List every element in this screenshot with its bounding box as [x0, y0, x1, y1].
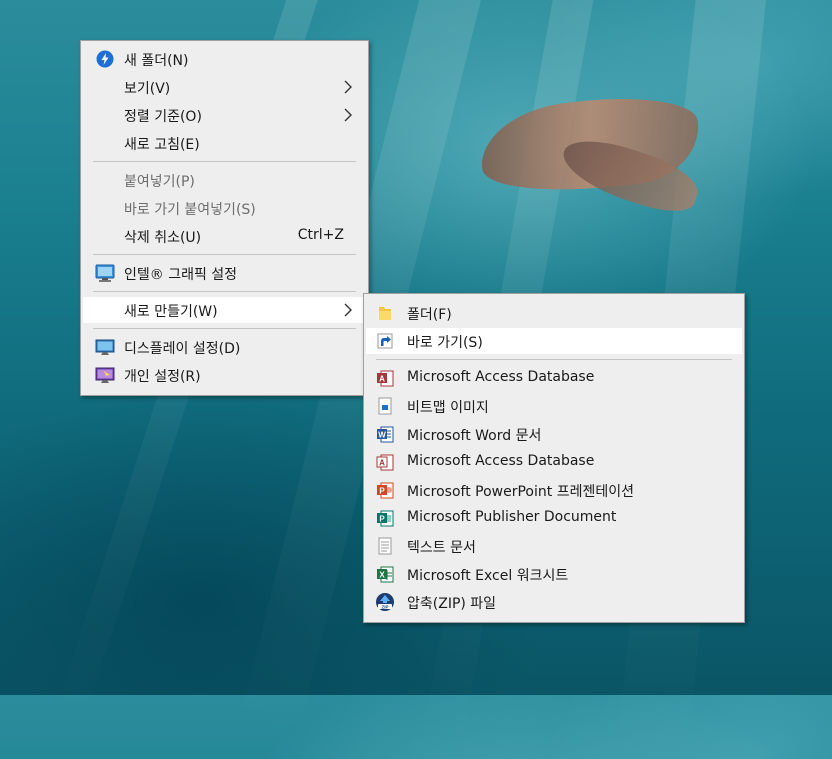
shortcut-icon — [375, 331, 395, 351]
chevron-right-icon — [342, 106, 354, 124]
word-icon: W — [375, 424, 395, 444]
menu-item-refresh[interactable]: 새로 고침(E) — [83, 130, 366, 156]
menu-item-display-settings[interactable]: 디스플레이 설정(D) — [83, 334, 366, 360]
submenu-item-excel-worksheet[interactable]: X Microsoft Excel 워크시트 — [366, 561, 742, 587]
chevron-right-icon — [342, 78, 354, 96]
submenu-item-powerpoint-presentation[interactable]: P Microsoft PowerPoint 프레젠테이션 — [366, 477, 742, 503]
menu-item-label: 정렬 기준(O) — [124, 109, 202, 125]
menu-separator — [93, 291, 356, 292]
menu-item-label: 디스플레이 설정(D) — [124, 341, 241, 357]
menu-item-label: 새로 만들기(W) — [124, 304, 218, 320]
chevron-right-icon — [342, 301, 354, 319]
menu-item-undo-delete[interactable]: 삭제 취소(U) Ctrl+Z — [83, 223, 366, 249]
personalize-icon — [95, 365, 115, 385]
submenu-item-label: 비트맵 이미지 — [407, 400, 489, 416]
menu-item-paste[interactable]: 붙여넣기(P) — [83, 167, 366, 193]
submenu-item-shortcut[interactable]: 바로 가기(S) — [366, 328, 742, 354]
menu-item-new[interactable]: 새로 만들기(W) — [83, 297, 366, 323]
submenu-item-zip-file[interactable]: ZIP 압축(ZIP) 파일 — [366, 589, 742, 615]
svg-text:X: X — [379, 571, 385, 580]
submenu-item-label: 바로 가기(S) — [407, 335, 483, 351]
menu-item-shortcut: Ctrl+Z — [297, 227, 344, 243]
menu-item-label: 새 폴더(N) — [124, 53, 189, 69]
menu-item-label: 새로 고침(E) — [124, 137, 200, 153]
submenu-item-label: 텍스트 문서 — [407, 540, 476, 556]
menu-separator — [93, 328, 356, 329]
submenu-item-folder[interactable]: 폴더(F) — [366, 300, 742, 326]
desktop-context-menu: 새 폴더(N) 보기(V) 정렬 기준(O) 새로 고침(E) 붙여넣기(P) … — [80, 40, 369, 396]
submenu-item-bitmap-image[interactable]: 비트맵 이미지 — [366, 393, 742, 419]
access-icon: A — [375, 452, 395, 472]
menu-separator — [93, 254, 356, 255]
svg-text:P: P — [379, 487, 385, 496]
submenu-item-access-database-2[interactable]: A Microsoft Access Database — [366, 449, 742, 475]
zip-icon: ZIP — [375, 592, 395, 612]
powerpoint-icon: P — [375, 480, 395, 500]
menu-item-new-folder[interactable]: 새 폴더(N) — [83, 46, 366, 72]
menu-item-label: 보기(V) — [124, 81, 171, 97]
folder-icon — [375, 303, 395, 323]
intel-graphics-icon — [95, 263, 115, 283]
svg-text:A: A — [379, 459, 385, 468]
excel-icon: X — [375, 564, 395, 584]
onedrive-sync-icon — [95, 49, 115, 69]
publisher-icon: P — [375, 508, 395, 528]
submenu-item-label: Microsoft Publisher Document — [407, 509, 617, 525]
menu-item-paste-shortcut[interactable]: 바로 가기 붙여넣기(S) — [83, 195, 366, 221]
svg-text:ZIP: ZIP — [381, 604, 388, 609]
submenu-item-label: 폴더(F) — [407, 307, 452, 323]
submenu-item-text-document[interactable]: 텍스트 문서 — [366, 533, 742, 559]
submenu-item-label: Microsoft Excel 워크시트 — [407, 568, 569, 584]
menu-separator — [376, 359, 732, 360]
submenu-item-label: Microsoft Word 문서 — [407, 428, 542, 444]
bitmap-icon — [375, 396, 395, 416]
submenu-item-label: Microsoft Access Database — [407, 369, 595, 385]
submenu-item-publisher-document[interactable]: P Microsoft Publisher Document — [366, 505, 742, 531]
new-submenu: 폴더(F) 바로 가기(S) A Microsoft Access Databa… — [363, 293, 745, 623]
menu-item-label: 인텔® 그래픽 설정 — [124, 267, 238, 283]
menu-item-label: 삭제 취소(U) — [124, 230, 202, 246]
svg-text:A: A — [379, 375, 385, 384]
menu-item-view[interactable]: 보기(V) — [83, 74, 366, 100]
menu-item-label: 붙여넣기(P) — [124, 174, 195, 190]
display-icon — [95, 337, 115, 357]
submenu-item-label: 압축(ZIP) 파일 — [407, 596, 497, 612]
menu-item-label: 바로 가기 붙여넣기(S) — [124, 202, 256, 218]
menu-item-sort-by[interactable]: 정렬 기준(O) — [83, 102, 366, 128]
submenu-item-word-document[interactable]: W Microsoft Word 문서 — [366, 421, 742, 447]
submenu-item-label: Microsoft PowerPoint 프레젠테이션 — [407, 484, 634, 500]
menu-item-intel-graphics[interactable]: 인텔® 그래픽 설정 — [83, 260, 366, 286]
submenu-item-access-database[interactable]: A Microsoft Access Database — [366, 365, 742, 391]
svg-text:P: P — [379, 515, 385, 524]
access-icon: A — [375, 368, 395, 388]
menu-item-label: 개인 설정(R) — [124, 369, 201, 385]
text-document-icon — [375, 536, 395, 556]
svg-text:W: W — [378, 431, 386, 440]
menu-item-personalize[interactable]: 개인 설정(R) — [83, 362, 366, 388]
submenu-item-label: Microsoft Access Database — [407, 453, 595, 469]
menu-separator — [93, 161, 356, 162]
